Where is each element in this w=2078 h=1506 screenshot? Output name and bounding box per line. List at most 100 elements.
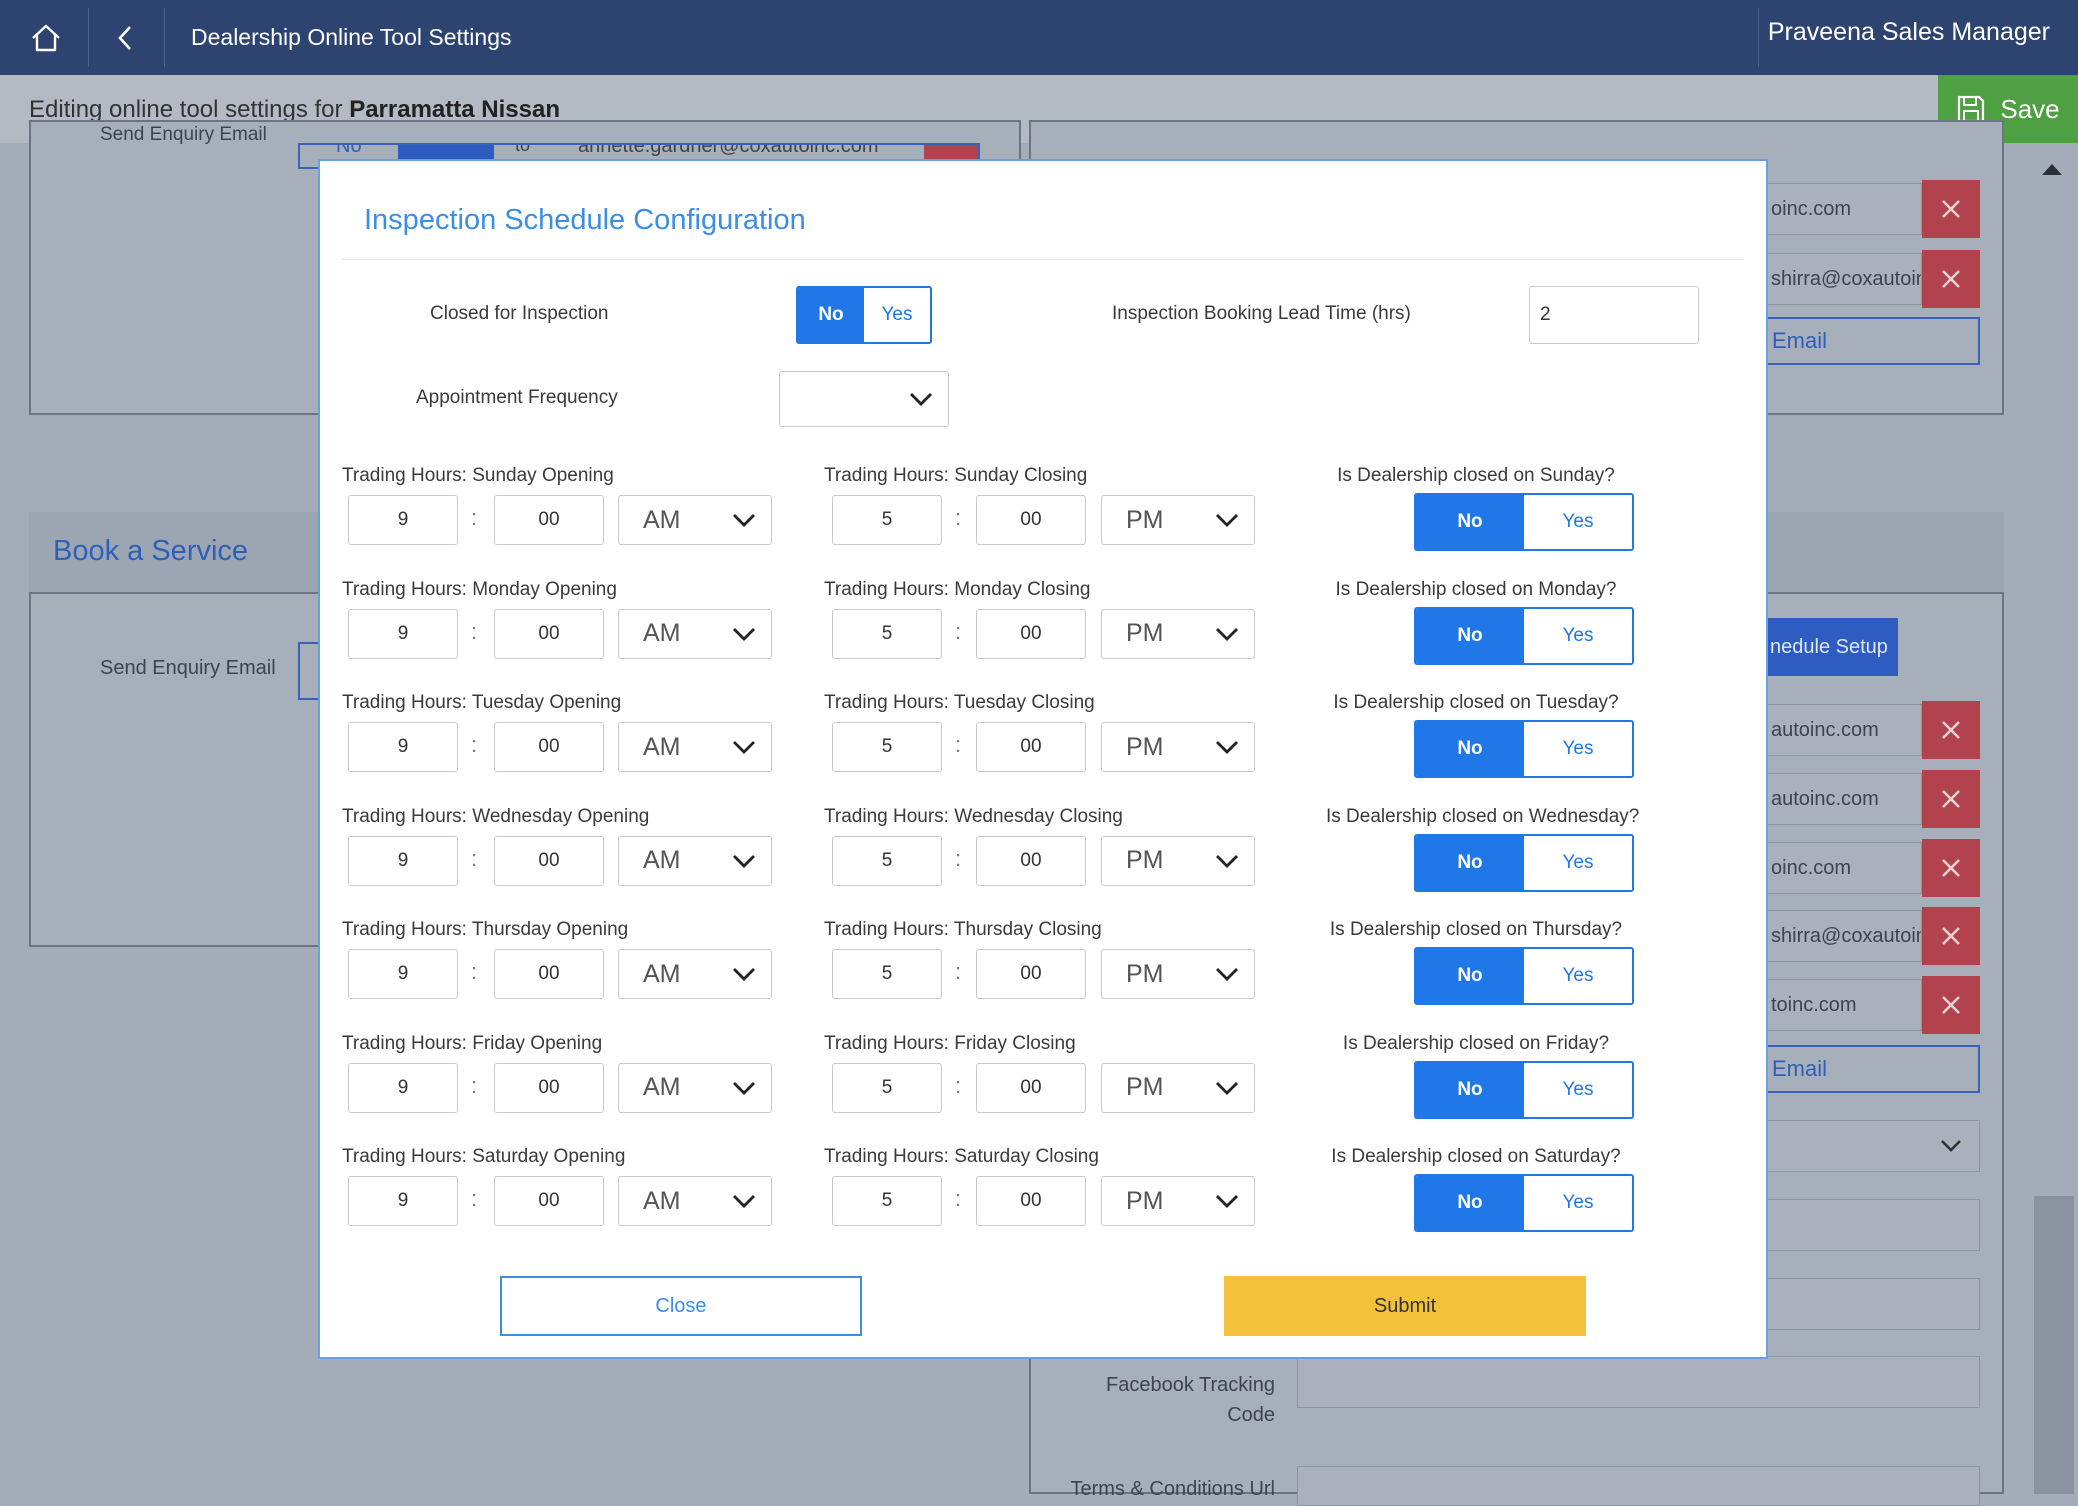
- closing-ampm-select[interactable]: PM: [1101, 495, 1255, 545]
- submit-button[interactable]: Submit: [1224, 1276, 1586, 1336]
- closed-on-day-label: Is Dealership closed on Saturday?: [1331, 1146, 1621, 1167]
- closing-label: Trading Hours: Sunday Closing: [824, 465, 1088, 486]
- appointment-frequency-select[interactable]: [779, 371, 949, 427]
- opening-hour-input[interactable]: 9: [348, 495, 458, 545]
- closed-on-day-yes[interactable]: Yes: [1524, 495, 1632, 549]
- remove-email-button[interactable]: [1922, 701, 1980, 759]
- closed-on-day-no[interactable]: No: [1416, 495, 1524, 549]
- email-field[interactable]: autoinc.com: [1760, 773, 1922, 825]
- closing-ampm-select[interactable]: PM: [1101, 835, 1255, 886]
- modal-title: Inspection Schedule Configuration: [364, 204, 806, 236]
- closed-on-day-no[interactable]: No: [1416, 835, 1524, 890]
- closed-on-day-yes[interactable]: Yes: [1524, 949, 1632, 1003]
- email-field[interactable]: toinc.com: [1760, 979, 1922, 1031]
- facebook-tracking-label: Facebook Tracking Code: [1106, 1374, 1275, 1426]
- closing-hour-input[interactable]: 5: [832, 495, 942, 545]
- email-field[interactable]: oinc.com: [1760, 183, 1922, 235]
- remove-email-button[interactable]: [1922, 907, 1980, 965]
- closed-for-inspection-yes[interactable]: Yes: [864, 288, 930, 342]
- closing-minute-input[interactable]: 00: [976, 835, 1086, 886]
- add-email-button[interactable]: Email: [1760, 317, 1980, 365]
- email-field[interactable]: autoinc.com: [1760, 704, 1922, 756]
- remove-email-button[interactable]: [1922, 976, 1980, 1034]
- opening-minute-input[interactable]: 00: [494, 608, 604, 659]
- lead-time-input[interactable]: 2: [1529, 286, 1699, 344]
- scroll-up-arrow-icon[interactable]: [2040, 160, 2064, 178]
- remove-email-button[interactable]: [1922, 839, 1980, 897]
- opening-ampm-select[interactable]: AM: [618, 608, 772, 659]
- closing-minute-input[interactable]: 00: [976, 722, 1086, 772]
- closed-on-day-no[interactable]: No: [1416, 608, 1524, 663]
- opening-minute-input[interactable]: 00: [494, 835, 604, 886]
- toggle-no[interactable]: No: [336, 145, 362, 158]
- closing-minute-input[interactable]: 00: [976, 608, 1086, 659]
- select-field[interactable]: [1760, 1120, 1980, 1172]
- remove-email-button[interactable]: [1922, 770, 1980, 828]
- opening-minute-input[interactable]: 00: [494, 722, 604, 772]
- opening-hour-input[interactable]: 9: [348, 722, 458, 772]
- back-button[interactable]: [100, 0, 150, 75]
- text-field[interactable]: [1760, 1199, 1980, 1251]
- email-field[interactable]: shirra@coxautoin: [1760, 253, 1922, 305]
- opening-minute-input[interactable]: 00: [494, 1176, 604, 1226]
- text-field[interactable]: [1760, 1278, 1980, 1330]
- opening-minute-input[interactable]: 00: [494, 1062, 604, 1113]
- opening-minute-input[interactable]: 00: [494, 495, 604, 545]
- closing-ampm-select[interactable]: PM: [1101, 722, 1255, 772]
- closed-on-day-no[interactable]: No: [1416, 949, 1524, 1003]
- closing-hour-input[interactable]: 5: [832, 608, 942, 659]
- closing-hour-input[interactable]: 5: [832, 722, 942, 772]
- chevron-down-icon: [733, 1081, 755, 1095]
- closing-minute-input[interactable]: 00: [976, 949, 1086, 999]
- closing-hour-input[interactable]: 5: [832, 1176, 942, 1226]
- closing-ampm-select[interactable]: PM: [1101, 1176, 1255, 1226]
- closed-on-day-yes[interactable]: Yes: [1524, 608, 1632, 663]
- opening-hour-input[interactable]: 9: [348, 608, 458, 659]
- closing-minute-input[interactable]: 00: [976, 495, 1086, 545]
- opening-ampm-select[interactable]: AM: [618, 949, 772, 999]
- closed-on-day-yes[interactable]: Yes: [1524, 835, 1632, 890]
- schedule-setup-button[interactable]: nedule Setup: [1760, 618, 1898, 676]
- opening-ampm-select[interactable]: AM: [618, 1176, 772, 1226]
- terms-url-input[interactable]: [1297, 1466, 1980, 1506]
- closed-on-day-yes[interactable]: Yes: [1524, 1062, 1632, 1117]
- closed-on-day-no[interactable]: No: [1416, 1176, 1524, 1230]
- closing-minute-input[interactable]: 00: [976, 1062, 1086, 1113]
- add-email-button[interactable]: Email: [1760, 1045, 1980, 1093]
- opening-hour-input[interactable]: 9: [348, 949, 458, 999]
- opening-ampm-select[interactable]: AM: [618, 835, 772, 886]
- closing-minute-input[interactable]: 00: [976, 1176, 1086, 1226]
- opening-ampm-select[interactable]: AM: [618, 495, 772, 545]
- remove-email-button[interactable]: [1922, 250, 1980, 308]
- close-button[interactable]: Close: [500, 1276, 862, 1336]
- remove-email-button[interactable]: [1922, 180, 1980, 238]
- closing-ampm-select[interactable]: PM: [1101, 608, 1255, 659]
- chevron-down-icon: [733, 854, 755, 868]
- closing-ampm-select[interactable]: PM: [1101, 949, 1255, 999]
- opening-ampm-select[interactable]: AM: [618, 722, 772, 772]
- closed-for-inspection-no[interactable]: No: [798, 288, 864, 342]
- opening-ampm-value: AM: [643, 846, 681, 874]
- closed-on-day-toggle: No Yes: [1414, 1060, 1634, 1119]
- user-name[interactable]: Praveena Sales Manager: [1768, 18, 2050, 47]
- closed-on-day-no[interactable]: No: [1416, 722, 1524, 776]
- facebook-tracking-input[interactable]: [1297, 1356, 1980, 1408]
- closed-on-day-yes[interactable]: Yes: [1524, 1176, 1632, 1230]
- closing-hour-input[interactable]: 5: [832, 835, 942, 886]
- closing-hour-input[interactable]: 5: [832, 949, 942, 999]
- closing-label: Trading Hours: Saturday Closing: [824, 1146, 1099, 1167]
- closing-ampm-select[interactable]: PM: [1101, 1062, 1255, 1113]
- opening-minute-input[interactable]: 00: [494, 949, 604, 999]
- closed-on-day-yes[interactable]: Yes: [1524, 722, 1632, 776]
- home-button[interactable]: [20, 0, 72, 75]
- scrollbar-thumb[interactable]: [2034, 1196, 2074, 1494]
- email-field[interactable]: oinc.com: [1760, 842, 1922, 894]
- opening-hour-input[interactable]: 9: [348, 1062, 458, 1113]
- closed-on-day-no[interactable]: No: [1416, 1062, 1524, 1117]
- email-field[interactable]: shirra@coxautoin: [1760, 910, 1922, 962]
- opening-hour-input[interactable]: 9: [348, 835, 458, 886]
- opening-hour-input[interactable]: 9: [348, 1176, 458, 1226]
- closing-hour-input[interactable]: 5: [832, 1062, 942, 1113]
- opening-ampm-value: AM: [643, 959, 681, 988]
- opening-ampm-select[interactable]: AM: [618, 1062, 772, 1113]
